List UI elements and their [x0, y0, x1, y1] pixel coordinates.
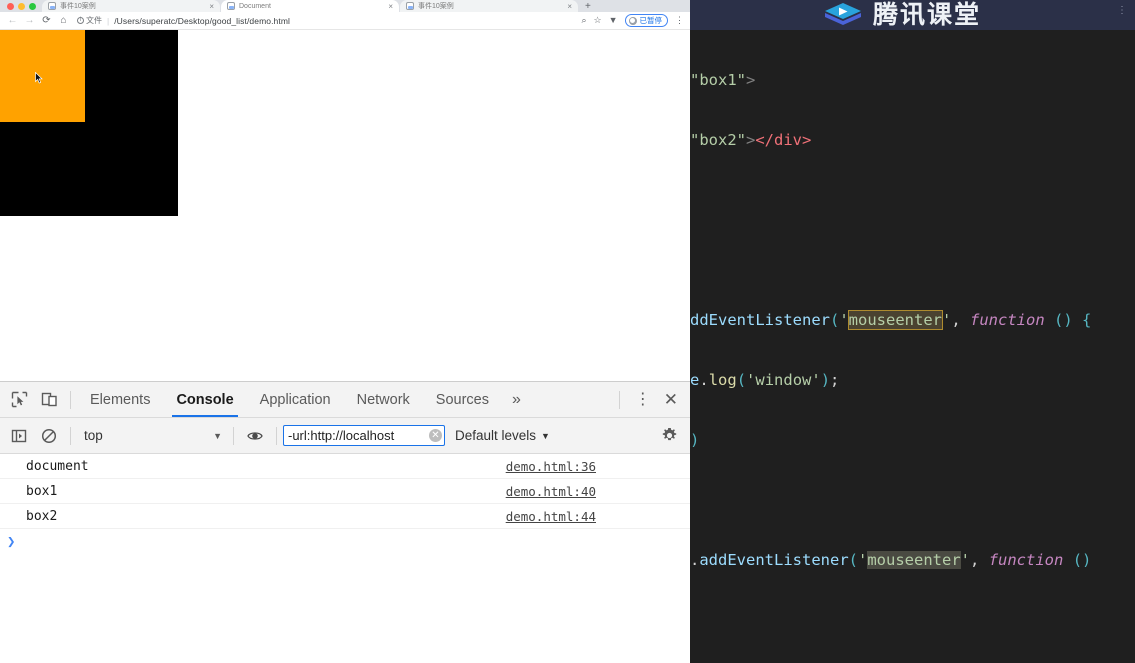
devtools-panel: Elements Console Application Network Sou… [0, 381, 690, 663]
page-info-icon[interactable]: 文件 [77, 15, 102, 26]
code-line: ) [690, 431, 700, 449]
window-traffic-lights[interactable] [0, 3, 42, 12]
code-line: "box1"> [690, 71, 756, 89]
tab-favicon-icon [48, 2, 56, 10]
console-log-list[interactable]: document demo.html:36 box1 demo.html:40 … [0, 454, 690, 663]
console-log-row[interactable]: box1 demo.html:40 [0, 479, 690, 504]
console-log-source-link[interactable]: demo.html:44 [506, 509, 684, 524]
watermark-label: 腾讯课堂 [873, 0, 982, 29]
console-context-value: top [84, 428, 103, 443]
tab-title: 事件10案例 [60, 3, 96, 10]
close-devtools-icon[interactable]: ✕ [660, 390, 684, 410]
console-filter-value: -url:http://localhost [288, 428, 395, 443]
source-code-view[interactable]: "box1"> "box2"></div> ddEventListener('m… [690, 30, 1135, 663]
toolbar-divider [618, 390, 620, 409]
browser-menu-icon[interactable]: ⋮ [675, 16, 684, 25]
browser-tab-active[interactable]: Document × [221, 0, 399, 12]
tab-title: 事件10案例 [418, 3, 454, 10]
console-log-message: box2 [26, 508, 58, 524]
console-prompt[interactable]: ❯ [0, 529, 690, 555]
toolbar-divider [70, 426, 71, 445]
console-context-selector[interactable]: top ▼ [77, 425, 227, 447]
avatar-icon [628, 16, 637, 25]
devtools-tab-list: Elements Console Application Network Sou… [77, 382, 613, 417]
tencent-classroom-logo-icon [825, 3, 861, 25]
maximize-window-button[interactable] [29, 3, 36, 10]
devtools-tabbar: Elements Console Application Network Sou… [0, 382, 690, 418]
clear-filter-icon[interactable]: ✕ [429, 429, 442, 442]
address-bar-url: /Users/superatc/Desktop/good_list/demo.h… [114, 15, 291, 26]
tab-favicon-icon [227, 2, 235, 10]
browser-toolbar: ← → ⟳ ⌂ 文件 | /Users/superatc/Desktop/goo… [0, 12, 690, 30]
tab-elements[interactable]: Elements [77, 382, 163, 417]
tencent-classroom-watermark: 腾讯课堂 ⋮ [690, 0, 1135, 30]
browser-tab[interactable]: 事件10案例 × [42, 0, 220, 12]
code-line: e.log('window'); [690, 371, 840, 389]
code-editor-panel: 腾讯课堂 ⋮ "box1"> "box2"></div> ddEventList… [690, 0, 1135, 663]
log-levels-selector[interactable]: Default levels ▼ [445, 428, 560, 443]
console-log-source-link[interactable]: demo.html:36 [506, 459, 684, 474]
tab-favicon-icon [406, 2, 414, 10]
omnibox-separator: | [107, 15, 110, 26]
tab-close-icon[interactable]: × [567, 2, 572, 11]
toolbar-divider [276, 426, 277, 445]
clear-console-icon[interactable] [34, 421, 64, 451]
chevron-down-icon: ▼ [213, 430, 222, 441]
page-viewport [0, 30, 690, 381]
chevron-down-icon: ▼ [541, 430, 550, 441]
toolbar-divider [70, 390, 71, 409]
console-sidebar-icon[interactable] [4, 421, 34, 451]
profile-status-label: 已暂停 [639, 16, 663, 25]
tab-network[interactable]: Network [344, 382, 423, 417]
back-button[interactable]: ← [4, 13, 21, 29]
new-tab-button[interactable]: + [579, 1, 597, 12]
console-log-source-link[interactable]: demo.html:40 [506, 484, 684, 499]
toolbar-actions: ⌕ ☆ ▼ 已暂停 ⋮ [575, 14, 684, 27]
live-expression-icon[interactable] [240, 421, 270, 451]
screen-root: 事件10案例 × Document × 事件10案例 × + ← → ⟳ ⌂ i… [0, 0, 1135, 663]
console-log-message: box1 [26, 483, 58, 499]
console-filter-input[interactable]: -url:http://localhost ✕ [283, 425, 445, 446]
device-toolbar-icon[interactable] [34, 385, 64, 415]
search-icon[interactable]: ⌕ [581, 16, 586, 25]
profile-chip[interactable]: 已暂停 [624, 14, 668, 27]
more-tabs-icon[interactable]: » [502, 391, 531, 409]
extensions-icon[interactable]: ▼ [609, 16, 618, 25]
console-prompt-caret: ❯ [7, 534, 16, 550]
gear-icon[interactable] [654, 421, 684, 451]
browser-tab[interactable]: 事件10案例 × [400, 0, 578, 12]
code-line: "box2"></div> [690, 131, 812, 149]
tab-close-icon[interactable]: × [209, 2, 214, 11]
address-bar[interactable]: 文件 | /Users/superatc/Desktop/good_list/d… [77, 14, 575, 28]
tab-application[interactable]: Application [247, 382, 344, 417]
reload-button[interactable]: ⟳ [38, 13, 55, 29]
tab-sources[interactable]: Sources [423, 382, 502, 417]
close-window-button[interactable] [7, 3, 14, 10]
console-filter-bar: top ▼ -url:http://localhost ✕ Default le… [0, 418, 690, 454]
home-button[interactable]: ⌂ [55, 13, 72, 29]
devtools-menu-icon[interactable]: ⋮ [626, 392, 660, 407]
log-levels-label: Default levels [455, 428, 537, 443]
console-log-row[interactable]: document demo.html:36 [0, 454, 690, 479]
toolbar-divider [233, 426, 234, 445]
minimize-window-button[interactable] [18, 3, 25, 10]
box2-element[interactable] [0, 30, 85, 122]
tab-strip: 事件10案例 × Document × 事件10案例 × + [0, 0, 690, 12]
inspect-element-icon[interactable] [4, 385, 34, 415]
console-log-row[interactable]: box2 demo.html:44 [0, 504, 690, 529]
code-line: .addEventListener('mouseenter', function… [690, 551, 1092, 569]
code-line: ddEventListener('mouseenter', function (… [690, 310, 1092, 330]
tab-console[interactable]: Console [163, 382, 246, 417]
page-info-label: 文件 [86, 16, 102, 25]
tab-close-icon[interactable]: × [388, 2, 393, 11]
forward-button[interactable]: → [21, 13, 38, 29]
tab-title: Document [239, 2, 271, 10]
watermark-menu-icon: ⋮ [1117, 5, 1127, 16]
bookmark-star-icon[interactable]: ☆ [594, 16, 602, 25]
console-log-message: document [26, 458, 89, 474]
